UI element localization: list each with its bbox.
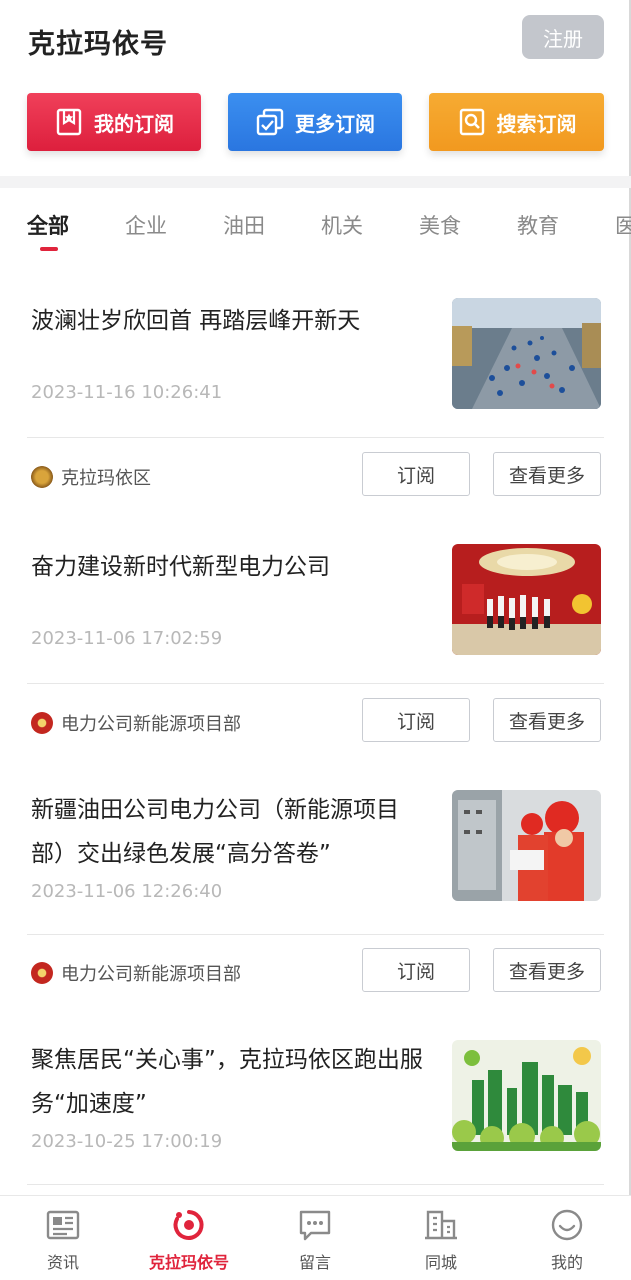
tabbar-item-message[interactable]: 留言 [252,1196,378,1280]
smile-icon [551,1209,583,1241]
tab-education[interactable]: 教育 [517,210,559,240]
article-date: 2023-10-25 17:00:19 [31,1131,223,1152]
more-subscriptions-button[interactable]: 更多订阅 [228,93,402,151]
my-subscriptions-label: 我的订阅 [94,111,174,136]
article-date: 2023-11-06 17:02:59 [31,628,223,649]
message-icon [299,1210,331,1241]
tabbar-item-city[interactable]: 同城 [378,1196,504,1280]
view-more-button[interactable]: 查看更多 [493,698,601,742]
source-name: 克拉玛依区 [61,468,151,489]
view-more-button[interactable]: 查看更多 [493,948,601,992]
search-subscriptions-label: 搜索订阅 [496,111,577,136]
list-item[interactable]: 新疆油田公司电力公司（新能源项目部）交出绿色发展“高分答卷” 2023-11-0… [0,782,631,1007]
article-divider [27,1184,604,1185]
tab-food[interactable]: 美食 [419,210,461,240]
article-title[interactable]: 奋力建设新时代新型电力公司 [31,545,426,589]
article-title[interactable]: 新疆油田公司电力公司（新能源项目部）交出绿色发展“高分答卷” [31,788,426,876]
article-date: 2023-11-16 10:26:41 [31,382,223,403]
tab-enterprise[interactable]: 企业 [125,210,167,240]
tabbar-item-news[interactable]: 资讯 [0,1196,126,1280]
header: 克拉玛依号 注册 [0,0,631,78]
tabbar-label: 我的 [550,1253,583,1272]
subscribe-button[interactable]: 订阅 [362,948,470,992]
source-logo-icon [31,712,53,734]
bottom-tab-bar: 资讯 克拉玛依号 留言 同城 我的 [0,1195,631,1280]
article-thumbnail[interactable] [452,298,601,409]
subscription-actions: 我的订阅 更多订阅 搜索订阅 [0,93,631,153]
page-title: 克拉玛依号 [28,29,168,60]
newspaper-icon [46,1210,80,1240]
article-thumbnail[interactable] [452,790,601,901]
article-source[interactable]: 克拉玛依区 [31,464,151,490]
tabbar-label: 留言 [298,1253,331,1272]
tab-oilfield[interactable]: 油田 [223,210,265,240]
copy-check-icon [256,108,284,136]
article-thumbnail[interactable] [452,544,601,655]
search-doc-icon [459,108,484,136]
more-subscriptions-label: 更多订阅 [295,111,375,136]
section-divider [0,176,631,188]
active-tab-indicator [40,247,58,251]
tabbar-item-klmy[interactable]: 克拉玛依号 [126,1196,252,1280]
bookmark-star-icon [56,108,82,136]
subscribe-button[interactable]: 订阅 [362,698,470,742]
search-subscriptions-button[interactable]: 搜索订阅 [429,93,604,151]
source-name: 电力公司新能源项目部 [61,964,241,985]
article-divider [27,934,604,935]
article-title[interactable]: 波澜壮岁欣回首 再踏层峰开新天 [31,299,426,343]
tabbar-label: 克拉玛依号 [148,1253,229,1272]
list-item[interactable]: 波澜壮岁欣回首 再踏层峰开新天 2023-11-16 10:26:41 克拉玛依… [0,290,631,510]
my-subscriptions-button[interactable]: 我的订阅 [27,93,201,151]
article-date: 2023-11-06 12:26:40 [31,881,223,902]
subscribe-button[interactable]: 订阅 [362,452,470,496]
tab-all[interactable]: 全部 [27,210,69,240]
article-source[interactable]: 电力公司新能源项目部 [31,710,241,736]
article-thumbnail[interactable] [452,1040,601,1151]
tab-medical[interactable]: 医 [615,210,631,240]
klmy-logo-icon [173,1210,204,1240]
source-name: 电力公司新能源项目部 [61,714,241,735]
article-title[interactable]: 聚焦居民“关心事”，克拉玛依区跑出服务“加速度” [31,1038,426,1126]
source-logo-icon [31,466,53,488]
tabbar-item-mine[interactable]: 我的 [504,1196,630,1280]
view-more-button[interactable]: 查看更多 [493,452,601,496]
tab-government[interactable]: 机关 [321,210,363,240]
tabbar-label: 同城 [424,1253,457,1272]
article-divider [27,683,604,684]
register-button[interactable]: 注册 [522,15,604,59]
list-item[interactable]: 奋力建设新时代新型电力公司 2023-11-06 17:02:59 电力公司新能… [0,536,631,756]
tabbar-label: 资讯 [46,1253,79,1272]
source-logo-icon [31,962,53,984]
list-item[interactable]: 聚焦居民“关心事”，克拉玛依区跑出服务“加速度” 2023-10-25 17:0… [0,1032,631,1192]
article-divider [27,437,604,438]
category-tabs: 全部 企业 油田 机关 美食 教育 医 [0,210,631,254]
article-source[interactable]: 电力公司新能源项目部 [31,960,241,986]
building-icon [425,1210,457,1240]
